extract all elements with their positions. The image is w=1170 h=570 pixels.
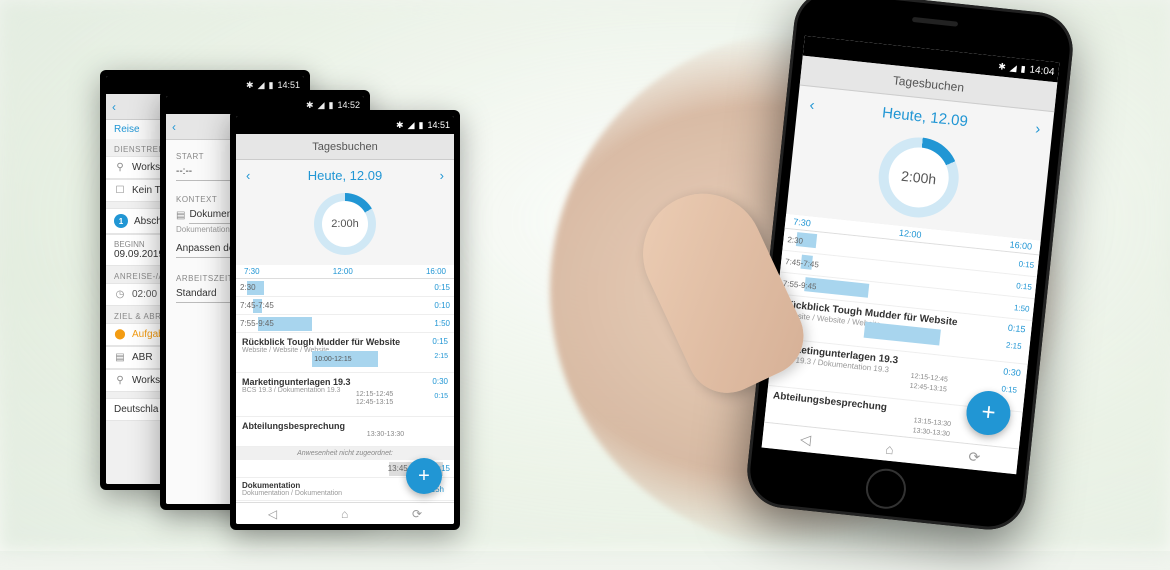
phone-tagesbuchen: ✱ ◢ ▮ 14:51 Tagesbuchen ‹ Heute, 12.09 ›… xyxy=(230,110,460,530)
hours-donut: 2:00h xyxy=(314,193,376,255)
signal-icon: ◢ xyxy=(258,80,265,91)
titlebar: Tagesbuchen xyxy=(236,134,454,160)
battery-icon: ▮ xyxy=(419,120,424,131)
back-button[interactable]: ‹ xyxy=(166,114,182,139)
back-button[interactable]: ‹ xyxy=(106,94,122,119)
signal-icon: ◢ xyxy=(408,120,415,131)
timeline-row[interactable]: 7:45-7:45 0:10 xyxy=(236,297,454,315)
bt-icon: ✱ xyxy=(246,80,254,91)
home-button[interactable] xyxy=(864,467,908,511)
step-number: 1 xyxy=(114,214,128,228)
android-nav: ◁ ⌂ ⟳ xyxy=(236,502,454,524)
task-row[interactable]: Marketingunterlagen 19.3 BCS 19.3 / Doku… xyxy=(236,373,454,417)
recents-nav-icon[interactable]: ⟳ xyxy=(412,507,422,521)
battery-icon: ▮ xyxy=(269,80,274,91)
next-day-button[interactable]: › xyxy=(440,168,444,183)
checkbox-icon[interactable]: ☐ xyxy=(114,185,126,196)
back-nav-icon[interactable]: ◁ xyxy=(799,431,811,449)
add-button[interactable]: + xyxy=(406,458,442,494)
timeline-row[interactable]: 2:30 0:15 xyxy=(236,279,454,297)
bt-icon: ✱ xyxy=(306,100,314,111)
hours-donut: 2:00h xyxy=(875,133,963,221)
iphone-tagesbuchen: ✱ ◢ ▮ 14:04 Tagesbuchen ‹ Heute, 12.09 ›… xyxy=(744,0,1077,533)
battery-icon: ▮ xyxy=(1020,63,1026,74)
signal-icon: ◢ xyxy=(318,100,325,111)
timeline-header: 7:30 12:00 16:00 xyxy=(236,265,454,279)
task-row[interactable]: Abteilungsbesprechung 13:30-13:30 xyxy=(236,417,454,447)
timeline-row[interactable]: 7:55-9:45 1:50 xyxy=(236,315,454,333)
bt-icon: ✱ xyxy=(396,120,404,131)
task-row[interactable]: Rückblick Tough Mudder für Website Websi… xyxy=(236,333,454,373)
pin-icon: ⚲ xyxy=(114,375,126,386)
title: Tagesbuchen xyxy=(892,73,964,94)
clock-icon: ◷ xyxy=(114,289,126,300)
clock: 14:51 xyxy=(277,80,300,90)
signal-icon: ◢ xyxy=(1009,62,1017,74)
task-icon: ⬤ xyxy=(114,329,126,340)
battery-icon: ▮ xyxy=(329,100,334,111)
recents-nav-icon[interactable]: ⟳ xyxy=(968,448,981,466)
next-day-button[interactable]: › xyxy=(1035,120,1042,137)
clock: 14:04 xyxy=(1029,64,1055,78)
pin-icon: ⚲ xyxy=(114,162,126,173)
home-nav-icon[interactable]: ⌂ xyxy=(885,440,895,457)
title: Tagesbuchen xyxy=(312,141,377,153)
doc-icon: ▤ xyxy=(114,352,126,363)
home-nav-icon[interactable]: ⌂ xyxy=(341,507,348,521)
back-nav-icon[interactable]: ◁ xyxy=(268,507,277,521)
bt-icon: ✱ xyxy=(998,61,1007,73)
clock: 14:52 xyxy=(337,100,360,110)
clock: 14:51 xyxy=(427,120,450,130)
doc-icon: ▤ xyxy=(176,210,185,221)
speaker xyxy=(912,17,958,27)
date-title: Heute, 12.09 xyxy=(250,168,439,183)
statusbar: ✱ ◢ ▮ 14:51 xyxy=(236,116,454,134)
